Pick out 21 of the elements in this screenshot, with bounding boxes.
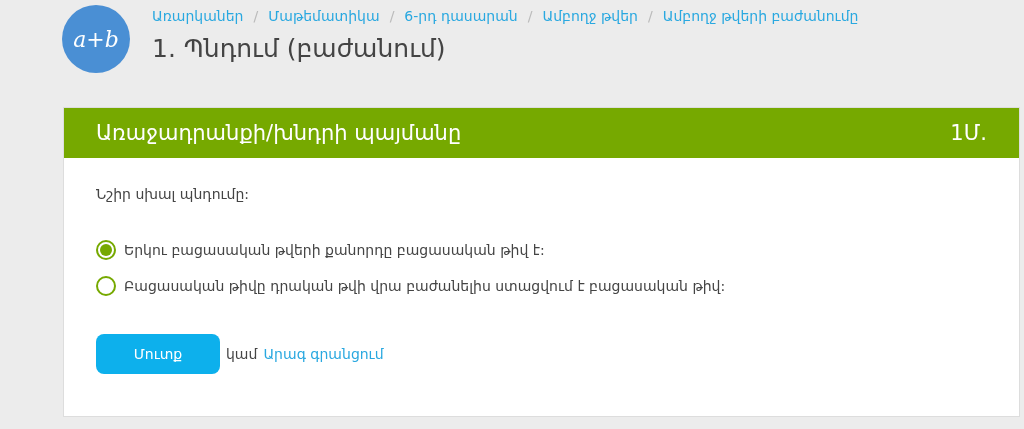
radio-button[interactable] xyxy=(96,276,116,296)
or-text: կամ xyxy=(226,346,258,362)
breadcrumb-separator: / xyxy=(253,8,259,24)
breadcrumb-link[interactable]: Ամբողջ թվերի բաժանումը xyxy=(662,8,859,24)
logo: a+b xyxy=(62,5,130,73)
breadcrumb-link[interactable]: 6-րդ դասարան xyxy=(404,8,518,24)
login-button[interactable]: Մուտք xyxy=(96,334,220,374)
breadcrumb-link[interactable]: Մաթեմատիկա xyxy=(268,8,380,24)
card-title: Առաջադրանքի/խնդրի պայմանը xyxy=(96,121,462,145)
breadcrumb-separator: / xyxy=(527,8,533,24)
register-link[interactable]: Արագ գրանցում xyxy=(263,346,384,362)
breadcrumb-link[interactable]: Առարկաներ xyxy=(152,8,244,24)
page-title: 1. Պնդում (բաժանում) xyxy=(152,34,447,63)
option-label: Երկու բացասական թվերի քանորդը բացասական թիվ է: xyxy=(124,242,545,258)
points-label: 1Մ. xyxy=(950,121,987,145)
question-text: Նշիր սխալ պնդումը: xyxy=(96,186,251,202)
option-label: Բացասական թիվը դրական թվի վրա բաժանելիս ստացվում է բացասական թիվ: xyxy=(124,278,726,294)
breadcrumb-separator: / xyxy=(647,8,653,24)
breadcrumb-separator: / xyxy=(389,8,395,24)
radio-button[interactable] xyxy=(96,240,116,260)
breadcrumb-link[interactable]: Ամբողջ թվեր xyxy=(542,8,638,24)
